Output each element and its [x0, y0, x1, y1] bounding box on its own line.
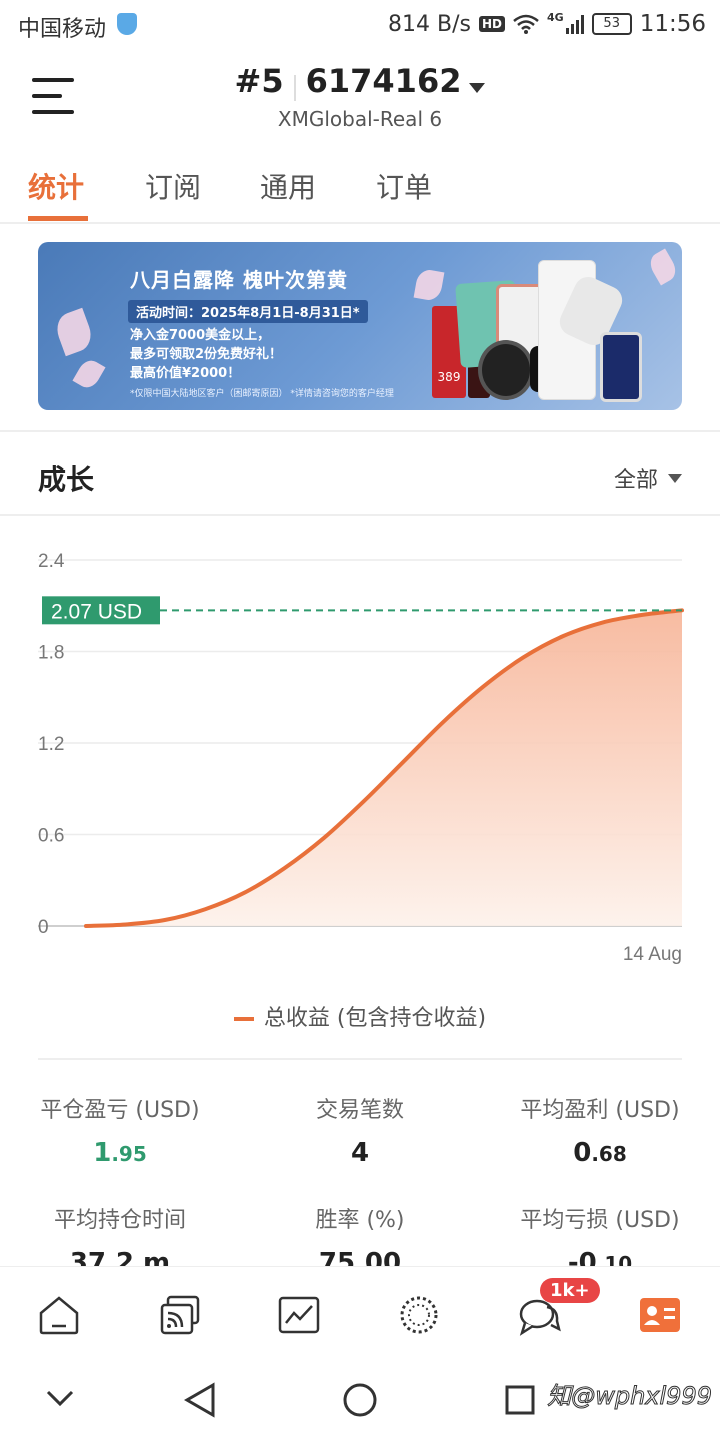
network-type: 4G: [547, 11, 564, 24]
petal-decoration: [645, 248, 681, 286]
carrier-label: 中国移动: [18, 17, 107, 42]
bottom-nav: [0, 1266, 720, 1367]
stat-label: 平均持仓时间: [53, 1208, 186, 1233]
area-fill: [86, 610, 682, 926]
x-axis-label: 14 Aug: [623, 944, 682, 965]
period-filter-label: 全部: [613, 468, 658, 493]
banner-line: 净入金7000美金以上，: [130, 328, 271, 343]
stat-value-dec: .68: [591, 1142, 627, 1166]
shield-icon: [117, 13, 137, 35]
legend-label: 总收益 (包含持仓收益): [263, 1006, 487, 1031]
active-tab-indicator: [28, 216, 88, 221]
growth-chart[interactable]: 2.4 1.8 1.2 0.6 0 2.07 USD 14 Aug: [0, 520, 720, 980]
server-name: XMGlobal-Real 6: [277, 106, 443, 131]
profile-card-icon[interactable]: [638, 1293, 682, 1337]
y-tick-label: 2.4: [38, 551, 65, 572]
network-speed: 814 B/s: [388, 11, 471, 37]
stat-label: 平均盈利 (USD): [520, 1098, 680, 1123]
stat-closed-pnl: 平仓盈亏 (USD) 1.95: [0, 1092, 240, 1168]
signals-icon[interactable]: [158, 1293, 202, 1337]
chart-legend[interactable]: 总收益 (包含持仓收益): [0, 1000, 720, 1032]
banner-offer: 净入金7000美金以上， 最多可领取2份免费好礼！ 最高价值¥2000！: [130, 326, 360, 383]
home-button-icon[interactable]: [343, 1383, 377, 1417]
current-value-label: 2.07 USD: [51, 600, 142, 623]
promo-banner[interactable]: 八月白露降 槐叶次第黄 活动时间：2025年8月1日-8月31日* 净入金700…: [38, 242, 682, 410]
chart-icon[interactable]: [277, 1293, 321, 1337]
y-tick-label: 0.6: [38, 826, 64, 847]
banner-line: 最多可领取2份免费好礼！: [130, 347, 283, 362]
signal-icon: [565, 14, 584, 34]
tab-subscriptions[interactable]: 订阅: [145, 166, 201, 206]
battery-icon: 53: [591, 13, 632, 35]
battery-level: 53: [603, 16, 620, 31]
growth-title: 成长: [38, 463, 95, 496]
section-divider: [0, 430, 720, 432]
account-index: #5: [234, 62, 284, 100]
status-bar: 中国移动 814 B/s HD 4G 53 11:56: [0, 0, 720, 50]
stat-value-int: 1: [93, 1138, 112, 1168]
chevron-down-icon: [469, 82, 486, 93]
period-filter[interactable]: 全部: [614, 462, 682, 494]
stat-value: 1.95: [0, 1138, 240, 1168]
tab-bar: 统计 订阅 通用 订单: [0, 160, 720, 224]
stat-label: 交易笔数: [315, 1098, 404, 1123]
clock: 11:56: [639, 11, 706, 37]
stat-value-dec: .95: [111, 1142, 147, 1166]
watermark: 知@wphxl999: [547, 1382, 713, 1411]
banner-title: 八月白露降 槐叶次第黄: [130, 268, 348, 292]
wifi-icon: [513, 14, 539, 34]
tab-orders[interactable]: 订单: [376, 166, 432, 206]
banner-period: 活动时间：2025年8月1日-8月31日*: [128, 300, 368, 323]
stat-value-int: 4: [350, 1138, 370, 1168]
chevron-down-icon: [668, 473, 682, 483]
back-icon[interactable]: [183, 1382, 215, 1418]
stats-divider: [38, 1058, 682, 1060]
account-selector[interactable]: #5 6174162 XMGlobal-Real 6: [0, 62, 720, 131]
stat-value-int: 0: [573, 1138, 592, 1168]
tab-statistics[interactable]: 统计: [28, 166, 84, 206]
wine-box-label: 389: [437, 370, 461, 384]
collapse-icon[interactable]: [46, 1390, 74, 1407]
petal-decoration: [72, 356, 106, 392]
petal-decoration: [52, 307, 96, 357]
recents-icon[interactable]: [505, 1385, 535, 1415]
section-divider: [0, 514, 720, 516]
stat-trade-count: 交易笔数 4: [240, 1092, 480, 1168]
home-icon[interactable]: [37, 1293, 81, 1337]
legend-swatch: [233, 1017, 254, 1021]
y-tick-label: 1.8: [38, 643, 64, 664]
notification-badge: 1k+: [540, 1278, 600, 1303]
tab-general[interactable]: 通用: [260, 166, 316, 206]
banner-footnote: *仅限中国大陆地区客户（困邮寄原因） *详情请咨询您的客户经理: [130, 389, 394, 399]
phone-image: [600, 332, 642, 402]
y-tick-label: 0: [38, 917, 49, 938]
hd-icon: HD: [479, 16, 506, 32]
stat-label: 胜率 (%): [315, 1208, 405, 1233]
account-separator: [293, 74, 296, 101]
stat-label: 平均亏损 (USD): [520, 1208, 680, 1233]
stat-label: 平仓盈亏 (USD): [40, 1098, 200, 1123]
banner-line: 最高价值¥2000！: [130, 366, 241, 381]
watch-image: [478, 340, 534, 400]
stat-value: 4: [240, 1138, 480, 1168]
stat-value: 0.68: [480, 1138, 720, 1168]
community-icon[interactable]: [397, 1293, 441, 1337]
petal-decoration: [413, 267, 445, 303]
account-number: 6174162: [305, 62, 462, 100]
stat-avg-profit: 平均盈利 (USD) 0.68: [480, 1092, 720, 1168]
y-tick-label: 1.2: [38, 734, 64, 755]
